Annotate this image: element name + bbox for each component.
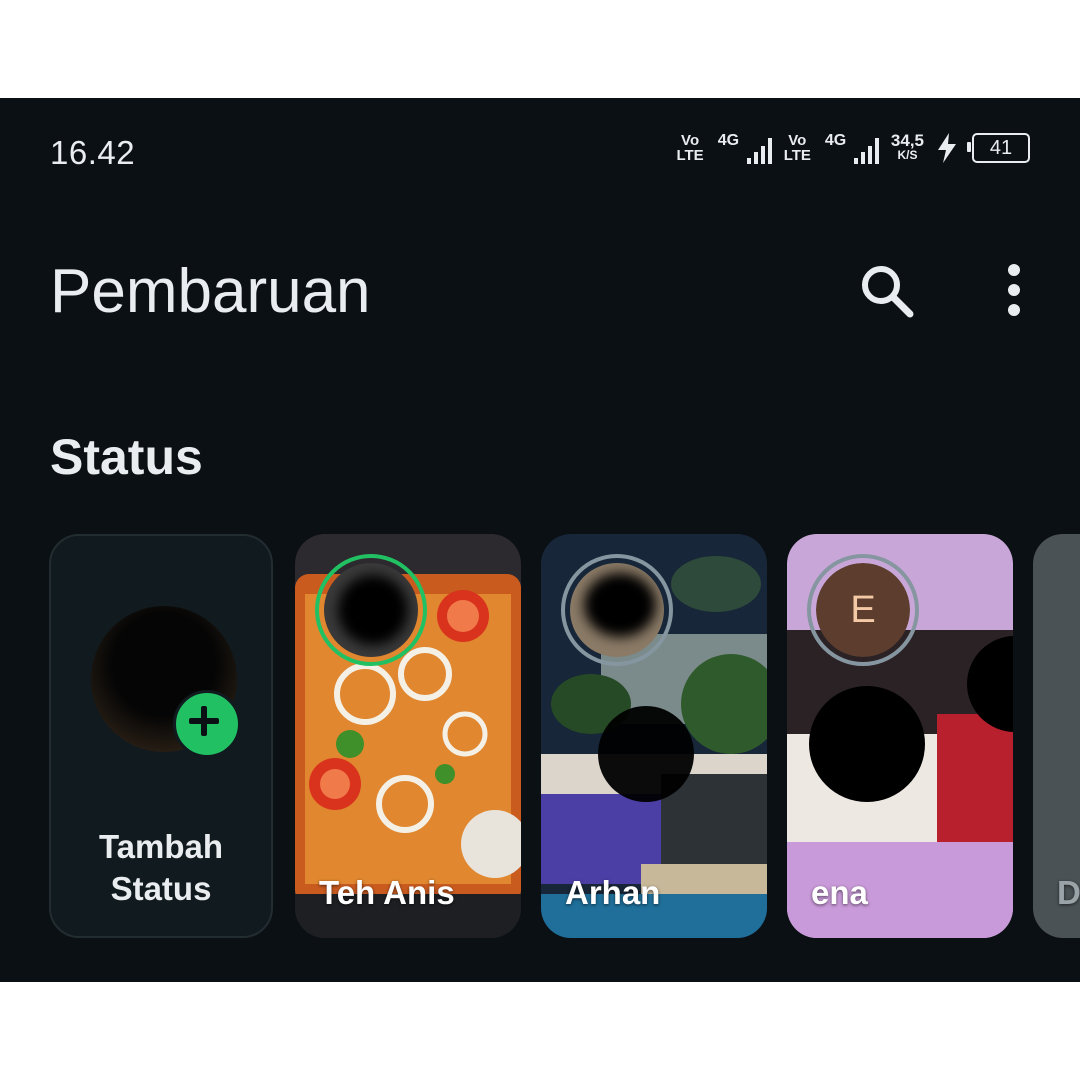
signal-icon-2: 4G [825,132,879,164]
status-card-name: D [1057,874,1080,911]
status-ring-unseen [315,554,427,666]
volte-indicator-2: Vo LTE [783,132,811,164]
clock: 16.42 [50,134,136,171]
status-card-teh-anis[interactable]: Teh Anis [295,534,521,938]
status-ring-seen [561,554,673,666]
app-screen: 16.42 Vo LTE 4G Vo LTE 4G 34,5 K/S 41 Pemba… [0,98,1080,982]
status-card-name: ena [811,874,868,911]
volte-indicator-1: Vo LTE [676,132,704,164]
system-indicators: Vo LTE 4G Vo LTE 4G 34,5 K/S 41 [676,132,1030,164]
status-card-arhan[interactable]: Arhan [541,534,767,938]
page-title: Pembaruan [50,257,371,326]
battery-icon: 41 [967,133,1030,163]
status-card-name: Arhan [565,874,661,911]
charging-icon [938,133,956,163]
search-icon[interactable] [858,262,916,320]
more-vert-icon[interactable] [994,262,1034,320]
status-card-partial[interactable]: D [1033,534,1080,938]
signal-icon-1: 4G [718,132,772,164]
plus-icon [173,690,241,758]
add-status-card[interactable]: Tambah Status [49,534,273,938]
avatar: E [816,563,910,657]
battery-level: 41 [989,136,1013,159]
add-status-label: Tambah Status [98,828,224,907]
status-ring-seen: E [807,554,919,666]
status-card-ena[interactable]: E ena [787,534,1013,938]
network-speed: 34,5 K/S [890,131,924,162]
status-card-name: Teh Anis [319,874,455,911]
status-section-heading: Status [50,429,203,485]
